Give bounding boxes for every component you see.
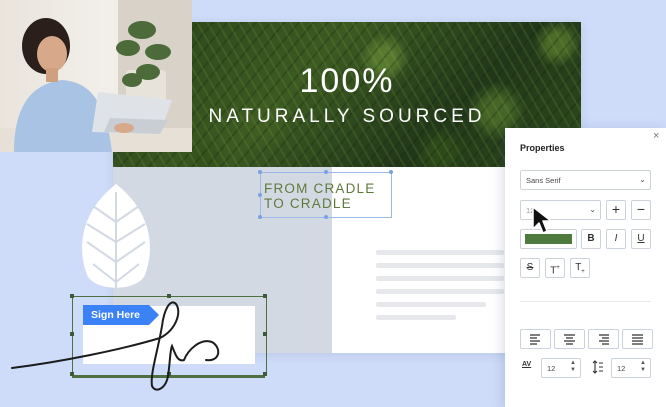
resize-handle[interactable]	[389, 170, 393, 174]
align-center-button[interactable]	[554, 329, 585, 349]
align-left-button[interactable]	[520, 329, 551, 349]
resize-handle[interactable]	[324, 215, 328, 219]
resize-handle[interactable]	[263, 294, 267, 298]
resize-handle[interactable]	[324, 170, 328, 174]
resize-handle[interactable]	[258, 170, 262, 174]
italic-button[interactable]: I	[606, 229, 626, 249]
underline-button[interactable]: U	[631, 229, 651, 249]
text-line	[376, 315, 456, 320]
stepper-arrows-icon[interactable]: ▲ ▼	[570, 360, 576, 374]
properties-title: Properties	[520, 143, 565, 153]
document-heading-line-1[interactable]: FROM CRADLE	[264, 181, 375, 196]
text-line	[376, 263, 504, 268]
superscript-button[interactable]: T+	[545, 258, 565, 278]
font-family-select[interactable]: Sans Serif ⌄	[520, 170, 651, 190]
align-center-icon	[564, 334, 575, 345]
align-justify-icon	[632, 334, 643, 345]
line-height-input[interactable]: 12 ▲ ▼	[611, 358, 651, 378]
letter-spacing-input[interactable]: 12 ▲ ▼	[541, 358, 581, 378]
text-line	[376, 289, 504, 294]
text-line	[376, 302, 486, 307]
increase-font-size-button[interactable]: +	[606, 200, 626, 220]
chevron-down-icon: ⌄	[589, 205, 596, 214]
mouse-cursor-icon	[532, 206, 552, 234]
align-left-icon	[530, 334, 540, 345]
resize-handle[interactable]	[263, 332, 267, 336]
chevron-down-icon: ⌄	[639, 175, 646, 184]
divider	[520, 301, 651, 302]
bold-button[interactable]: B	[581, 229, 601, 249]
align-right-icon	[599, 334, 609, 345]
stepper-arrows-icon[interactable]: ▲ ▼	[640, 360, 646, 374]
align-justify-button[interactable]	[622, 329, 653, 349]
font-family-value: Sans Serif	[526, 176, 561, 185]
resize-handle[interactable]	[258, 193, 262, 197]
text-line	[376, 276, 504, 281]
resize-handle[interactable]	[258, 215, 262, 219]
banner-headline[interactable]: 100%	[113, 62, 581, 101]
subscript-button[interactable]: T+	[570, 258, 590, 278]
decrease-font-size-button[interactable]: −	[631, 200, 651, 220]
line-height-icon	[592, 360, 603, 374]
text-line	[376, 250, 504, 255]
close-icon[interactable]: ×	[653, 130, 659, 142]
letter-spacing-value: 12	[547, 364, 556, 373]
letter-spacing-icon: AV	[522, 361, 532, 368]
properties-panel: Properties × Sans Serif ⌄ 12 ⌄ + − B I U…	[505, 128, 666, 407]
color-swatch	[525, 234, 572, 244]
strikethrough-button[interactable]: S	[520, 258, 540, 278]
line-height-value: 12	[617, 364, 626, 373]
signature-scribble	[11, 301, 220, 391]
document-heading-line-2[interactable]: TO CRADLE	[264, 196, 352, 211]
banner-subline[interactable]: NATURALLY SOURCED	[113, 106, 581, 128]
align-right-button[interactable]	[588, 329, 619, 349]
